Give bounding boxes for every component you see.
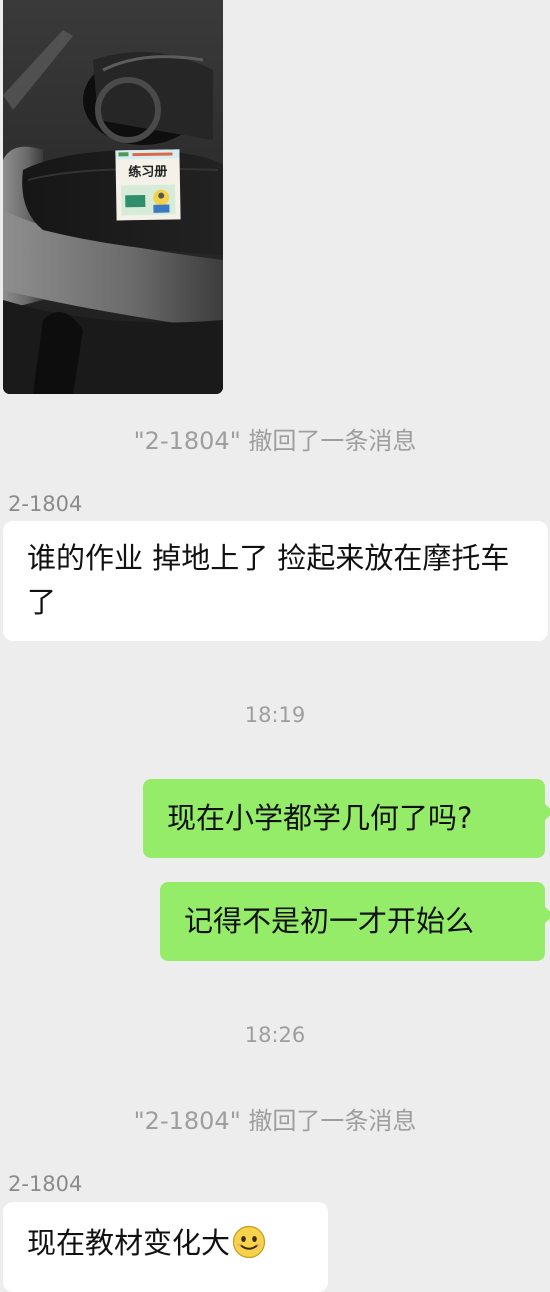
- timestamp: 18:19: [244, 703, 306, 727]
- image-message[interactable]: 练习册: [3, 0, 223, 394]
- message-text: 现在教材变化大: [27, 1226, 231, 1260]
- sender-name: 2-1804: [8, 1172, 83, 1196]
- recall-notice: "2-1804" 撤回了一条消息: [133, 1107, 417, 1135]
- sender-name: 2-1804: [8, 492, 83, 516]
- incoming-message-bubble[interactable]: 现在教材变化大: [3, 1202, 328, 1292]
- incoming-message-bubble[interactable]: 谁的作业 掉地上了 捡起来放在摩托车了: [3, 521, 548, 641]
- svg-text:练习册: 练习册: [128, 164, 167, 181]
- message-text: 现在小学都学几何了吗?: [167, 801, 473, 835]
- message-text: 谁的作业 掉地上了 捡起来放在摩托车了: [27, 541, 510, 619]
- outgoing-message-bubble[interactable]: 记得不是初一才开始么: [160, 882, 550, 961]
- recall-notice: "2-1804" 撤回了一条消息: [133, 427, 417, 455]
- timestamp: 18:26: [244, 1023, 306, 1047]
- outgoing-message-bubble[interactable]: 现在小学都学几何了吗?: [143, 779, 550, 858]
- chat-view: 练习册 "2-1804" 撤回了一条消息 2-1804 谁的作业 掉地上了 捡起…: [0, 0, 550, 1292]
- smiling-face-emoji-icon: [232, 1208, 266, 1259]
- scooter-photo: 练习册: [3, 0, 223, 394]
- message-text: 记得不是初一才开始么: [184, 904, 475, 938]
